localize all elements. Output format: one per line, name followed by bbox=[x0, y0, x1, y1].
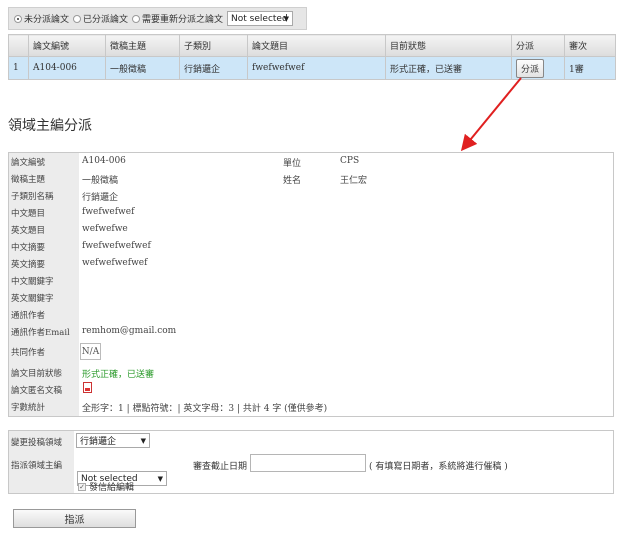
label-word-count: 字數統計 bbox=[11, 403, 46, 413]
assign-submit-button[interactable]: 指派 bbox=[13, 509, 136, 528]
change-field-select[interactable]: 行銷邏企 ▼ bbox=[76, 433, 150, 448]
pdf-icon[interactable] bbox=[83, 382, 92, 393]
label-en-keywords: 英文關鍵字 bbox=[11, 294, 54, 304]
value-paper-id: A104-006 bbox=[82, 156, 126, 166]
label-unit: 單位 bbox=[283, 159, 302, 169]
label-deadline: 審查截止日期 bbox=[193, 462, 248, 472]
checkbox-checked-icon[interactable]: ✓ bbox=[78, 482, 86, 491]
label-topic: 徵稿主題 bbox=[11, 175, 46, 185]
value-topic: 一般徵稿 bbox=[82, 176, 119, 186]
label-cn-title: 中文題目 bbox=[11, 209, 46, 219]
coauthors-box: N/A bbox=[80, 343, 101, 360]
label-change-field: 變更投稿領域 bbox=[11, 438, 63, 448]
value-author-email: remhom@gmail.com bbox=[82, 326, 177, 336]
label-anonymous-manuscript: 論文匿名文稿 bbox=[11, 386, 63, 396]
value-cn-abstract: fwefwefwefwef bbox=[82, 241, 151, 251]
value-paper-status: 形式正確，已送審 bbox=[82, 370, 155, 380]
label-subcategory: 子類別名稱 bbox=[11, 192, 54, 202]
label-assign-editor: 指派領域主編 bbox=[11, 461, 63, 471]
label-name: 姓名 bbox=[283, 176, 302, 186]
label-en-abstract: 英文摘要 bbox=[11, 260, 46, 270]
value-en-title: wefwefwe bbox=[82, 224, 128, 234]
deadline-hint: ( 有填寫日期者，系統將進行催稿 ) bbox=[369, 462, 508, 472]
label-paper-id: 論文編號 bbox=[11, 158, 46, 168]
label-paper-status: 論文目前狀態 bbox=[11, 369, 63, 379]
chevron-down-icon: ▼ bbox=[140, 436, 146, 445]
label-en-title: 英文題目 bbox=[11, 226, 46, 236]
label-coauthors: 共同作者 bbox=[11, 348, 46, 358]
value-subcategory: 行銷邏企 bbox=[82, 193, 119, 203]
value-cn-title: fwefwefwef bbox=[82, 207, 135, 217]
deadline-input[interactable] bbox=[250, 454, 366, 472]
label-author-email: 通訊作者Email bbox=[11, 328, 70, 338]
label-corresponding-author: 通訊作者 bbox=[11, 311, 46, 321]
page-title: 領域主編分派 bbox=[8, 118, 92, 134]
value-unit: CPS bbox=[340, 156, 360, 166]
value-en-abstract: wefwefwefwef bbox=[82, 258, 148, 268]
value-word-count: 全形字：1 | 標點符號：| 英文字母：3 | 共計 4 字 (僅供參考) bbox=[82, 404, 328, 414]
value-name: 王仁宏 bbox=[340, 176, 368, 186]
label-cn-keywords: 中文關鍵字 bbox=[11, 277, 54, 287]
notify-editor-option[interactable]: ✓ 發信給編輯 bbox=[78, 480, 134, 493]
label-cn-abstract: 中文摘要 bbox=[11, 243, 46, 253]
chevron-down-icon: ▼ bbox=[157, 474, 163, 483]
